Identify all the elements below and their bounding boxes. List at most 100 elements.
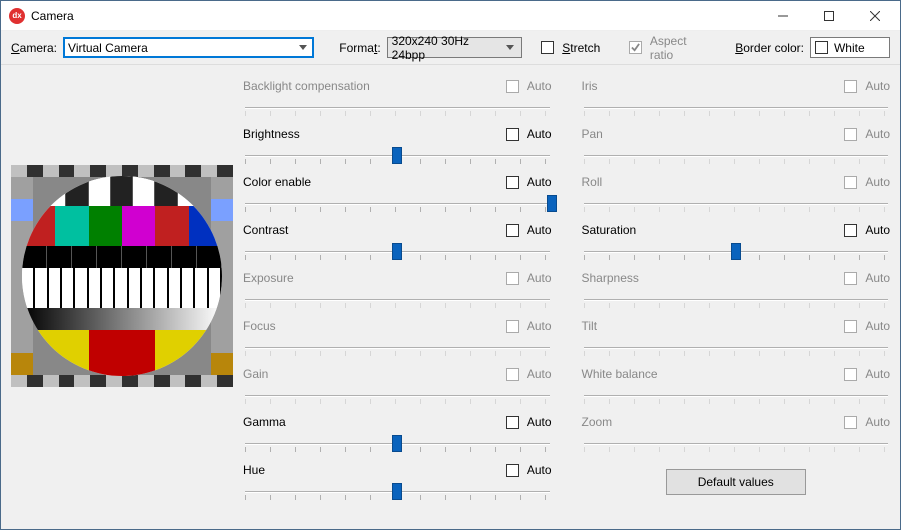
control-label: Exposure (243, 271, 294, 285)
control-label: Saturation (582, 223, 637, 237)
slider-thumb[interactable] (392, 483, 402, 500)
titlebar[interactable]: dx Camera (1, 1, 900, 31)
app-icon: dx (9, 8, 25, 24)
checkbox-icon (844, 224, 857, 237)
camera-preview (11, 165, 233, 387)
control-row: Exposure Auto (243, 269, 552, 317)
checkbox-icon (506, 128, 519, 141)
minimize-button[interactable] (760, 1, 806, 31)
auto-label: Auto (865, 223, 890, 237)
slider-thumb[interactable] (731, 243, 741, 260)
control-row: TiltAuto (582, 317, 891, 365)
slider-thumb[interactable] (392, 435, 402, 452)
maximize-button[interactable] (806, 1, 852, 31)
control-row: Zoom Auto (582, 413, 891, 461)
aspect-label: Aspect ratio (650, 34, 707, 62)
check-icon (629, 41, 642, 54)
slider-thumb[interactable] (547, 195, 557, 212)
control-label: Hue (243, 463, 265, 477)
default-values-button[interactable]: Default values (666, 469, 806, 495)
control-row: Hue Auto (243, 461, 552, 509)
control-row: Pan Auto (582, 125, 891, 173)
auto-label: Auto (527, 175, 552, 189)
stretch-checkbox[interactable]: Stretch (541, 41, 600, 55)
control-label: White balance (582, 367, 658, 381)
border-color-label: Border color: (735, 41, 804, 55)
control-label: Sharpness (582, 271, 639, 285)
checkbox-icon (506, 224, 519, 237)
slider[interactable] (243, 193, 552, 213)
camera-window: dx Camera Camera: Virtual Camera Format:… (0, 0, 901, 530)
checkbox-icon (844, 416, 857, 429)
checkbox-icon (844, 80, 857, 93)
auto-label: Auto (865, 271, 890, 285)
auto-label: Auto (527, 271, 552, 285)
auto-label: Auto (865, 175, 890, 189)
slider (582, 145, 891, 165)
auto-label: Auto (527, 79, 552, 93)
settings-panel: Backlight compensation Auto Brightness Auto… (243, 77, 890, 519)
slider[interactable] (243, 241, 552, 261)
control-label: Backlight compensation (243, 79, 370, 93)
slider (582, 433, 891, 453)
format-select[interactable]: 320x240 30Hz 24bpp (387, 37, 522, 58)
slider[interactable] (582, 241, 891, 261)
camera-preview-pane (11, 77, 233, 519)
checkbox-icon (844, 368, 857, 381)
camera-select[interactable]: Virtual Camera (63, 37, 314, 58)
window-title: Camera (31, 9, 74, 23)
slider (582, 289, 891, 309)
checkbox-icon (506, 416, 519, 429)
checkbox-icon (506, 176, 519, 189)
auto-label: Auto (865, 79, 890, 93)
slider (582, 97, 891, 117)
control-row: Backlight compensation Auto (243, 77, 552, 125)
checkbox-icon (506, 368, 519, 381)
auto-checkbox[interactable]: Auto (506, 175, 552, 189)
control-label: Gain (243, 367, 268, 381)
content-area: Backlight compensation Auto Brightness Auto… (1, 65, 900, 529)
border-color-select[interactable]: White (810, 37, 890, 58)
control-label: Pan (582, 127, 603, 141)
control-label: Contrast (243, 223, 288, 237)
slider[interactable] (243, 481, 552, 501)
checkbox-icon (506, 464, 519, 477)
auto-checkbox: Auto (844, 127, 890, 141)
slider[interactable] (243, 145, 552, 165)
color-swatch (815, 41, 828, 54)
close-button[interactable] (852, 1, 898, 31)
auto-checkbox[interactable]: Auto (506, 127, 552, 141)
slider[interactable] (243, 433, 552, 453)
control-label: Gamma (243, 415, 286, 429)
control-row: GainAuto (243, 365, 552, 413)
control-label: Brightness (243, 127, 300, 141)
auto-checkbox: Auto (844, 319, 890, 333)
auto-checkbox[interactable]: Auto (506, 223, 552, 237)
checkbox-icon (844, 128, 857, 141)
control-row: Color enableAuto (243, 173, 552, 221)
auto-checkbox[interactable]: Auto (844, 223, 890, 237)
auto-label: Auto (527, 319, 552, 333)
slider (582, 337, 891, 357)
slider-thumb[interactable] (392, 147, 402, 164)
auto-checkbox: Auto (844, 415, 890, 429)
control-label: Iris (582, 79, 598, 93)
control-row: White balance Auto (582, 365, 891, 413)
auto-label: Auto (527, 463, 552, 477)
slider (582, 385, 891, 405)
auto-checkbox: Auto (506, 271, 552, 285)
camera-label: Camera: (11, 41, 57, 55)
slider (243, 97, 552, 117)
auto-checkbox[interactable]: Auto (506, 415, 552, 429)
chevron-down-icon (294, 38, 311, 57)
auto-checkbox: Auto (844, 367, 890, 381)
auto-label: Auto (527, 127, 552, 141)
control-row: Sharpness Auto (582, 269, 891, 317)
auto-checkbox[interactable]: Auto (506, 463, 552, 477)
control-row: Gamma Auto (243, 413, 552, 461)
checkbox-icon (844, 320, 857, 333)
slider-thumb[interactable] (392, 243, 402, 260)
control-label: Roll (582, 175, 603, 189)
control-label: Focus (243, 319, 276, 333)
control-label: Zoom (582, 415, 613, 429)
